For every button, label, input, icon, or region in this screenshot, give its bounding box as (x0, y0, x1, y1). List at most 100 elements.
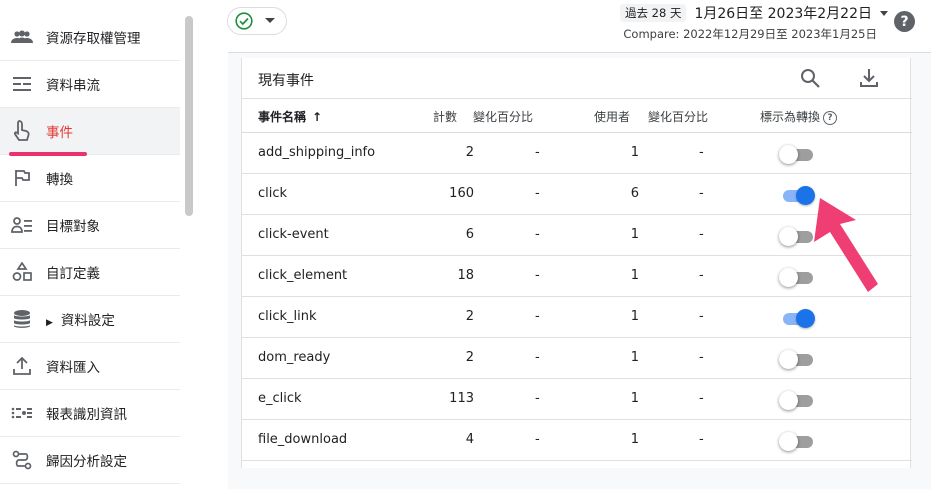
toggle-knob (779, 432, 798, 451)
sidebar-item-data-streams[interactable]: 資料串流 (0, 61, 180, 108)
count-change-cell: - (535, 432, 540, 447)
table-row: click 160 - 6 - (242, 174, 912, 215)
help-icon[interactable]: ? (894, 11, 915, 32)
ga4-admin-events-page: 資源存取權管理 資料串流 事件 轉換 目標對象 自訂定義 ▶ 資料設定 資料匯入… (0, 0, 931, 489)
sidebar-item-label: ▶ 資料設定 (46, 313, 115, 329)
count-change-cell: - (535, 227, 540, 242)
sidebar-item-data-import[interactable]: 資料匯入 (0, 343, 180, 390)
count-cell: 2 (465, 145, 474, 160)
count-change-cell: - (535, 350, 540, 365)
column-header-mark-as-conversion: 標示為轉換? (760, 108, 838, 125)
sidebar-item-access-management[interactable]: 資源存取權管理 (0, 14, 180, 61)
sidebar-item-reporting-identity[interactable]: 報表識別資訊 (0, 390, 180, 437)
toggle-knob (779, 145, 798, 164)
download-icon[interactable] (858, 67, 880, 89)
chevron-down-icon (879, 10, 888, 16)
sidebar-item-data-settings[interactable]: ▶ 資料設定 (0, 296, 180, 343)
users-cell: 1 (630, 350, 639, 365)
count-change-cell: - (535, 391, 540, 406)
table-row: e_click 113 - 1 - (242, 379, 912, 420)
card-title: 現有事件 (258, 73, 314, 89)
event-name-cell: e_click (258, 391, 302, 406)
column-header-users[interactable]: 使用者 (594, 108, 630, 125)
count-change-cell: - (535, 309, 540, 324)
column-header-event-name[interactable]: 事件名稱 ↑ (258, 108, 322, 125)
users-cell: 1 (630, 432, 639, 447)
chevron-down-icon (265, 18, 275, 23)
count-cell: 113 (449, 391, 474, 406)
mark-as-conversion-toggle[interactable] (779, 185, 815, 205)
database-icon (11, 308, 33, 330)
people-icon (11, 26, 33, 48)
sidebar-item-audiences[interactable]: 目標對象 (0, 202, 180, 249)
flag-icon (11, 167, 33, 189)
sidebar-item-label: 報表識別資訊 (46, 407, 127, 423)
period-chip: 過去 28 天 (620, 4, 687, 22)
event-name-cell: file_download (258, 432, 348, 447)
sidebar-item-events[interactable]: 事件 (0, 108, 180, 155)
table-row: file_download 4 - 1 - (242, 420, 912, 461)
mark-as-conversion-toggle[interactable] (779, 390, 815, 410)
count-change-cell: - (535, 186, 540, 201)
count-cell: 160 (449, 186, 474, 201)
sort-arrow-icon: ↑ (312, 110, 323, 124)
touch-icon (11, 120, 33, 142)
toggle-knob (796, 309, 815, 328)
users-cell: 1 (630, 268, 639, 283)
count-cell: 4 (465, 432, 474, 447)
existing-events-card: 現有事件 事件名稱 ↑ 計數 變化百分比 使用者 變化百分比 標示為轉換? add… (241, 58, 912, 468)
sidebar-item-label: 自訂定義 (46, 266, 100, 282)
shapes-icon (11, 261, 33, 283)
mark-as-conversion-toggle[interactable] (779, 308, 815, 328)
sidebar-item-label: 資料串流 (46, 78, 100, 94)
sidebar-item-label: 事件 (46, 125, 73, 141)
users-change-cell: - (699, 145, 704, 160)
count-cell: 18 (457, 268, 474, 283)
event-name-cell: click (258, 186, 288, 201)
count-cell: 6 (465, 227, 474, 242)
count-change-cell: - (535, 145, 540, 160)
toggle-knob (796, 186, 815, 205)
mark-as-conversion-toggle[interactable] (779, 267, 815, 287)
table-row: click_element 18 - 1 - (242, 256, 912, 297)
reporting-identity-icon (11, 402, 33, 424)
data-stream-icon (11, 73, 33, 95)
data-status-dropdown[interactable] (227, 7, 287, 35)
table-row: click-event 6 - 1 - (242, 215, 912, 256)
search-icon[interactable] (799, 67, 821, 89)
column-header-count-change[interactable]: 變化百分比 (473, 108, 533, 125)
table-row: click_link 2 - 1 - (242, 297, 912, 338)
count-cell: 2 (465, 309, 474, 324)
mark-as-conversion-toggle[interactable] (779, 144, 815, 164)
sidebar-item-label: 目標對象 (46, 219, 100, 235)
divider (242, 98, 912, 99)
users-change-cell: - (699, 350, 704, 365)
event-name-cell: click_link (258, 309, 317, 324)
count-change-cell: - (535, 268, 540, 283)
event-name-cell: click_element (258, 268, 348, 283)
toggle-knob (779, 391, 798, 410)
expand-caret-icon: ▶ (46, 318, 53, 328)
mark-as-conversion-toggle[interactable] (779, 226, 815, 246)
column-header-users-change[interactable]: 變化百分比 (648, 108, 708, 125)
help-icon[interactable]: ? (823, 110, 838, 125)
compare-range-label: Compare: 2022年12月29日至 2023年1月25日 (623, 27, 877, 41)
sidebar-scrollbar[interactable] (185, 16, 193, 216)
audience-icon (11, 214, 33, 236)
table-row: add_shipping_info 2 - 1 - (242, 133, 912, 174)
users-change-cell: - (699, 186, 704, 201)
date-range-picker[interactable]: 過去 28 天 1月26日至 2023年2月22日 (620, 3, 888, 23)
mark-as-conversion-toggle[interactable] (779, 431, 815, 451)
sidebar-item-custom-definitions[interactable]: 自訂定義 (0, 249, 180, 296)
table-row: dom_ready 2 - 1 - (242, 338, 912, 379)
sidebar-item-attribution-settings[interactable]: 歸因分析設定 (0, 437, 180, 484)
column-header-count[interactable]: 計數 (433, 108, 457, 125)
mark-as-conversion-toggle[interactable] (779, 349, 815, 369)
upload-icon (11, 355, 33, 377)
users-cell: 1 (630, 227, 639, 242)
users-change-cell: - (699, 432, 704, 447)
sidebar-item-conversions[interactable]: 轉換 (0, 155, 180, 202)
users-cell: 6 (630, 186, 639, 201)
admin-sidebar: 資源存取權管理 資料串流 事件 轉換 目標對象 自訂定義 ▶ 資料設定 資料匯入… (0, 0, 180, 489)
date-range-label: 1月26日至 2023年2月22日 (694, 6, 872, 22)
